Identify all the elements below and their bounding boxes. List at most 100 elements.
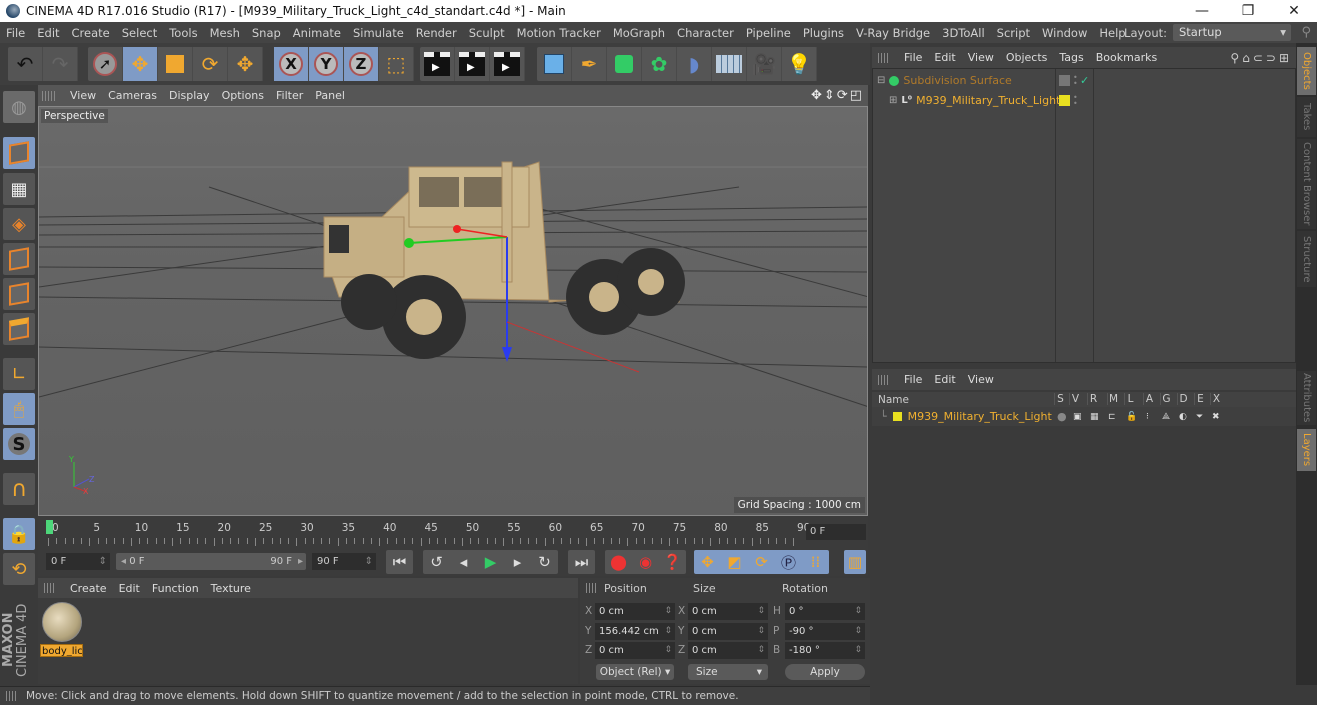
- points-mode-button[interactable]: [3, 243, 35, 275]
- new-window-icon[interactable]: ⊞: [1279, 51, 1292, 65]
- timeline-button[interactable]: ▥: [844, 550, 866, 574]
- tweak-mode-button[interactable]: 🖱: [3, 393, 35, 425]
- current-frame-field[interactable]: 0 F: [806, 524, 866, 540]
- column-animation[interactable]: A: [1143, 393, 1155, 405]
- visibility-dots-icon[interactable]: • •: [1073, 73, 1078, 87]
- render-picture-viewer-button[interactable]: [455, 47, 490, 81]
- menu-window[interactable]: Window: [1036, 26, 1093, 40]
- viewport-menu-display[interactable]: Display: [163, 89, 216, 102]
- visible-toggle-icon[interactable]: ▣: [1073, 412, 1082, 422]
- layer-menu-view[interactable]: View: [962, 373, 1000, 386]
- close-button[interactable]: ✕: [1271, 0, 1317, 22]
- start-frame-field[interactable]: 0 F ⇕: [46, 553, 110, 570]
- truck-model[interactable]: [323, 161, 685, 359]
- key-position-button[interactable]: ✥: [694, 553, 721, 571]
- subdivision-button[interactable]: [607, 47, 642, 81]
- manager-toggle-icon[interactable]: ⊏: [1108, 412, 1116, 422]
- menu-script[interactable]: Script: [991, 26, 1036, 40]
- camera-label[interactable]: Perspective: [41, 109, 108, 123]
- menu-pipeline[interactable]: Pipeline: [740, 26, 797, 40]
- viewport-menu-filter[interactable]: Filter: [270, 89, 309, 102]
- collapse-icon[interactable]: ⊟: [877, 75, 885, 86]
- recent-tool-button[interactable]: ✥: [228, 47, 263, 81]
- minimize-button[interactable]: —: [1179, 0, 1225, 22]
- layer-color-swatch[interactable]: [892, 412, 902, 421]
- menu-character[interactable]: Character: [671, 26, 740, 40]
- scale-button[interactable]: [158, 47, 193, 81]
- light-button[interactable]: 💡: [782, 47, 817, 81]
- workplane-rotate-button[interactable]: ⟲: [3, 553, 35, 585]
- viewport-menu-options[interactable]: Options: [216, 89, 270, 102]
- tab-structure[interactable]: Structure: [1297, 231, 1316, 287]
- panel-grip-icon[interactable]: [44, 583, 56, 593]
- size-mode-dropdown[interactable]: Size ▾: [688, 664, 768, 680]
- camera-button[interactable]: 🎥: [747, 47, 782, 81]
- column-visible[interactable]: V: [1069, 393, 1081, 405]
- expand-icon[interactable]: ⊞: [889, 95, 897, 106]
- link-icon[interactable]: ⊂⊃: [1253, 51, 1279, 65]
- make-editable-button[interactable]: ◍: [3, 91, 35, 123]
- material-name[interactable]: body_lic: [40, 644, 83, 657]
- floor-button[interactable]: [712, 47, 747, 81]
- render-toggle-icon[interactable]: ▦: [1090, 412, 1099, 422]
- home-icon[interactable]: ⌂: [1242, 51, 1253, 65]
- apply-button[interactable]: Apply: [785, 664, 865, 680]
- layer-name[interactable]: M939_Military_Truck_Light: [908, 410, 1052, 423]
- layer-color-swatch[interactable]: [1059, 95, 1070, 106]
- next-key-button[interactable]: ↻: [531, 553, 558, 571]
- lock-toggle-icon[interactable]: 🔓: [1126, 412, 1137, 422]
- move-button[interactable]: ✥: [123, 47, 158, 81]
- column-solo[interactable]: S: [1054, 393, 1066, 405]
- panel-grip-icon[interactable]: [586, 583, 598, 593]
- column-locked[interactable]: L: [1124, 393, 1136, 405]
- object-name[interactable]: Subdivision Surface: [903, 74, 1011, 87]
- object-menu-file[interactable]: File: [898, 51, 928, 64]
- model-mode-button[interactable]: [3, 137, 35, 169]
- object-menu-bookmarks[interactable]: Bookmarks: [1090, 51, 1163, 64]
- cube-button[interactable]: [537, 47, 572, 81]
- menu-file[interactable]: File: [0, 26, 31, 40]
- menu-edit[interactable]: Edit: [31, 26, 65, 40]
- previous-frame-button[interactable]: ◂: [450, 553, 477, 571]
- x-axis-button[interactable]: X: [274, 47, 309, 81]
- frame-ruler[interactable]: 0 5 10 15 20 25 30 35 40 45 50 55 60 65 70 75 80 85 90: [46, 516, 810, 546]
- menu-select[interactable]: Select: [116, 26, 163, 40]
- expressions-toggle-icon[interactable]: ⏷: [1196, 412, 1203, 422]
- object-row-m939[interactable]: ⊞ L⁰ M939_Military_Truck_Light • •: [873, 91, 1295, 110]
- column-xrefs[interactable]: X: [1210, 393, 1222, 405]
- viewport-nav-icons[interactable]: ✥⇕⟳◰: [811, 88, 864, 103]
- menu-render[interactable]: Render: [410, 26, 463, 40]
- menu-3dtoall[interactable]: 3DToAll: [936, 26, 991, 40]
- workplane-button[interactable]: ◈: [3, 208, 35, 240]
- object-row-subdivision-surface[interactable]: ⊟ Subdivision Surface • • ✓: [873, 71, 1295, 90]
- keyframe-selection-button[interactable]: ❓: [659, 553, 686, 571]
- position-y-field[interactable]: 156.442 cm: [595, 623, 675, 640]
- timeline-ruler[interactable]: 0 5 10 15 20 25 30 35 40 45 50 55 60 65 70 75 80 85 90 0 F: [38, 516, 868, 548]
- render-view-button[interactable]: [420, 47, 455, 81]
- material-menu-texture[interactable]: Texture: [205, 582, 257, 595]
- column-name[interactable]: Name: [878, 394, 909, 406]
- column-expressions[interactable]: E: [1194, 393, 1206, 405]
- record-keys-button[interactable]: ⬤: [605, 553, 632, 571]
- object-menu-objects[interactable]: Objects: [1000, 51, 1054, 64]
- tab-content-browser[interactable]: Content Browser: [1297, 139, 1316, 229]
- generators-toggle-icon[interactable]: ⟁: [1162, 412, 1170, 422]
- material-menu-function[interactable]: Function: [146, 582, 205, 595]
- viewport-menu-cameras[interactable]: Cameras: [102, 89, 163, 102]
- key-parameter-button[interactable]: Ⓟ: [775, 552, 802, 573]
- panel-grip-icon[interactable]: [878, 374, 890, 385]
- snap-button[interactable]: ∩: [3, 473, 35, 505]
- material-preview-body-lic[interactable]: [42, 602, 82, 642]
- render-settings-button[interactable]: [490, 47, 525, 81]
- goto-start-button[interactable]: ⏮: [386, 550, 413, 574]
- solo-toggle-icon[interactable]: ●: [1057, 410, 1067, 423]
- rotation-p-field[interactable]: -90 °: [785, 623, 865, 640]
- deformers-toggle-icon[interactable]: ◐: [1179, 412, 1187, 422]
- menu-mesh[interactable]: Mesh: [204, 26, 246, 40]
- play-button[interactable]: ▶: [477, 553, 504, 571]
- visibility-dots-icon[interactable]: • •: [1073, 93, 1078, 107]
- y-axis-button[interactable]: Y: [309, 47, 344, 81]
- texture-mode-button[interactable]: ▦: [3, 173, 35, 205]
- redo-button[interactable]: ↷: [43, 47, 78, 81]
- 3d-viewport[interactable]: Perspective Y Z X Grid Spacing : 1000 cm: [38, 106, 868, 516]
